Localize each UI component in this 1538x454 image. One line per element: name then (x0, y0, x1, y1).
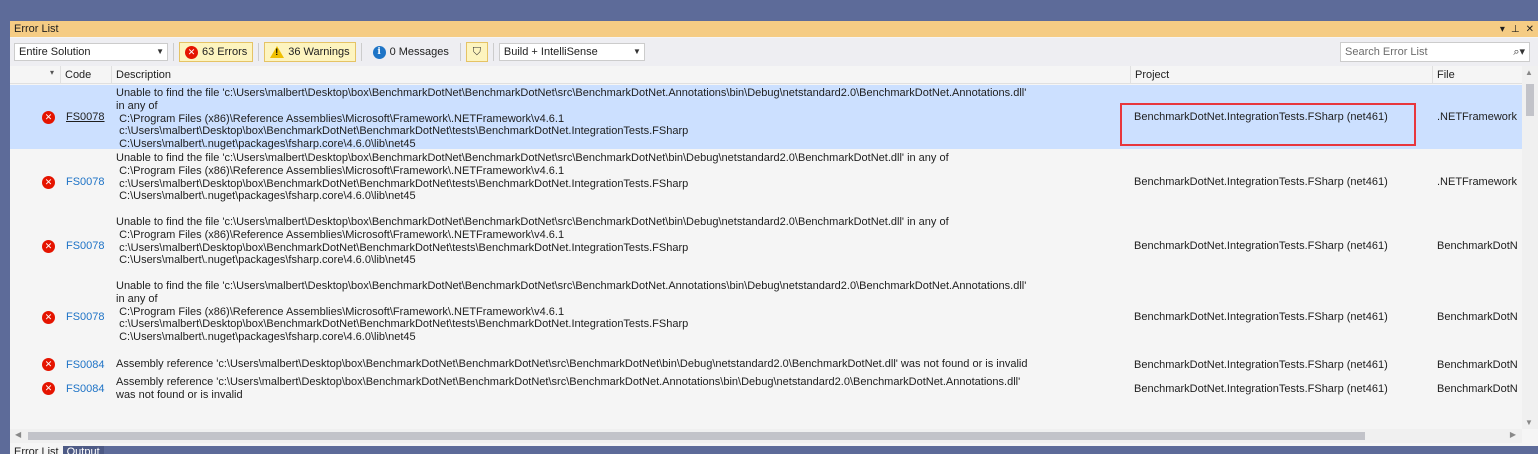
warning-icon (270, 46, 285, 58)
scroll-right-icon[interactable]: ▶ (1510, 430, 1516, 439)
toolbar-separator (360, 43, 362, 61)
error-code[interactable]: FS0078 (66, 311, 105, 323)
dropdown-arrow-icon[interactable]: ▾ (1500, 24, 1505, 35)
error-icon: ✕ (42, 382, 55, 395)
toolbar-separator (173, 43, 174, 61)
error-icon: ✕ (42, 311, 55, 324)
error-list-panel: Error List ▾ ⊥ ✕ Entire Solution ▼ ✕ 63 … (10, 21, 1538, 446)
bottom-tabs: Error List Output (10, 446, 104, 454)
column-header-file[interactable]: File (1432, 66, 1522, 84)
grid-header: ▾ Code Description Project File (10, 66, 1522, 84)
messages-filter-label: 0 Messages (389, 46, 449, 58)
vertical-scroll-thumb[interactable] (1526, 84, 1534, 116)
error-code[interactable]: FS0078 (66, 111, 105, 123)
error-file: BenchmarkDotN (1437, 383, 1518, 395)
error-project: BenchmarkDotNet.IntegrationTests.FSharp … (1134, 311, 1388, 323)
clear-filter-icon: ⛉ (472, 45, 482, 58)
column-header-code[interactable]: Code (60, 66, 110, 84)
warnings-filter-button[interactable]: 36 Warnings (264, 42, 356, 62)
column-header-description[interactable]: Description (111, 66, 1131, 84)
table-row[interactable]: ✕ FS0084 Assembly reference 'c:\Users\ma… (10, 356, 1522, 374)
error-project: BenchmarkDotNet.IntegrationTests.FSharp … (1134, 176, 1388, 188)
error-project: BenchmarkDotNet.IntegrationTests.FSharp … (1134, 359, 1388, 371)
scroll-up-icon[interactable]: ▲ (1525, 68, 1533, 77)
scope-dropdown[interactable]: Entire Solution ▼ (14, 43, 168, 61)
error-icon: ✕ (42, 358, 55, 371)
error-file: BenchmarkDotN (1437, 359, 1518, 371)
error-file: .NETFramework (1437, 111, 1518, 123)
horizontal-scrollbar[interactable]: ◀ ▶ (10, 429, 1522, 443)
search-input[interactable] (1345, 46, 1505, 58)
table-row[interactable]: ✕ FS0084 Assembly reference 'c:\Users\ma… (10, 374, 1522, 404)
error-code[interactable]: FS0078 (66, 240, 105, 252)
error-description: Assembly reference 'c:\Users\malbert\Des… (116, 358, 1028, 370)
error-description: Unable to find the file 'c:\Users\malber… (116, 87, 1027, 151)
error-project: BenchmarkDotNet.IntegrationTests.FSharp … (1134, 383, 1388, 395)
sort-indicator-icon: ▾ (50, 68, 55, 77)
error-file: .NETFramework (1437, 176, 1518, 188)
column-header-project[interactable]: Project (1130, 66, 1432, 84)
error-icon: ✕ (185, 45, 198, 59)
panel-title: Error List (14, 23, 59, 35)
build-filter-dropdown[interactable]: Build + IntelliSense ▼ (498, 43, 645, 61)
error-code[interactable]: FS0084 (66, 383, 105, 395)
error-icon: ✕ (42, 240, 55, 253)
scroll-down-icon[interactable]: ▼ (1525, 418, 1533, 427)
errors-filter-button[interactable]: ✕ 63 Errors (179, 42, 254, 62)
error-icon: ✕ (42, 176, 55, 189)
error-project: BenchmarkDotNet.IntegrationTests.FSharp … (1134, 240, 1388, 252)
table-row[interactable]: ✕ FS0078 Unable to find the file 'c:\Use… (10, 278, 1522, 356)
errors-filter-label: 63 Errors (202, 46, 248, 58)
error-file: BenchmarkDotN (1437, 240, 1518, 252)
scroll-left-icon[interactable]: ◀ (15, 430, 21, 439)
messages-filter-button[interactable]: i 0 Messages (367, 42, 455, 62)
chevron-down-icon: ▼ (156, 47, 164, 56)
pin-icon[interactable]: ⊥ (1511, 24, 1520, 35)
panel-titlebar: Error List ▾ ⊥ ✕ (10, 21, 1538, 37)
highlight-annotation (1120, 103, 1416, 146)
error-description: Assembly reference 'c:\Users\malbert\Des… (116, 376, 1021, 401)
error-file: BenchmarkDotN (1437, 311, 1518, 323)
search-icon[interactable]: ⌕▾ (1513, 45, 1525, 59)
toolbar-separator (492, 43, 494, 61)
error-icon: ✕ (42, 111, 55, 124)
table-row[interactable]: ✕ FS0078 Unable to find the file 'c:\Use… (10, 214, 1522, 278)
build-filter-value: Build + IntelliSense (503, 46, 598, 58)
table-row[interactable]: ✕ FS0078 Unable to find the file 'c:\Use… (10, 150, 1522, 214)
error-description: Unable to find the file 'c:\Users\malber… (116, 280, 1027, 344)
error-code[interactable]: FS0084 (66, 359, 105, 371)
scope-dropdown-value: Entire Solution (19, 46, 91, 58)
horizontal-scroll-thumb[interactable] (28, 432, 1365, 440)
error-description: Unable to find the file 'c:\Users\malber… (116, 216, 949, 267)
chevron-down-icon: ▼ (632, 47, 641, 56)
error-description: Unable to find the file 'c:\Users\malber… (116, 152, 949, 203)
clear-filter-button[interactable]: ⛉ (465, 42, 488, 62)
toolbar: Entire Solution ▼ ✕ 63 Errors 36 Warning… (10, 38, 1538, 66)
tab-output[interactable]: Output (62, 446, 104, 454)
vertical-scrollbar[interactable]: ▲ ▼ (1522, 66, 1538, 429)
close-icon[interactable]: ✕ (1526, 24, 1534, 35)
warnings-filter-label: 36 Warnings (288, 46, 350, 58)
search-box: ⌕▾ (1340, 42, 1530, 62)
tab-error-list[interactable]: Error List (10, 446, 63, 454)
info-icon: i (372, 45, 386, 59)
error-code[interactable]: FS0078 (66, 176, 105, 188)
window-buttons: ▾ ⊥ ✕ (1500, 24, 1538, 35)
toolbar-separator (258, 43, 260, 61)
toolbar-separator (459, 43, 461, 61)
